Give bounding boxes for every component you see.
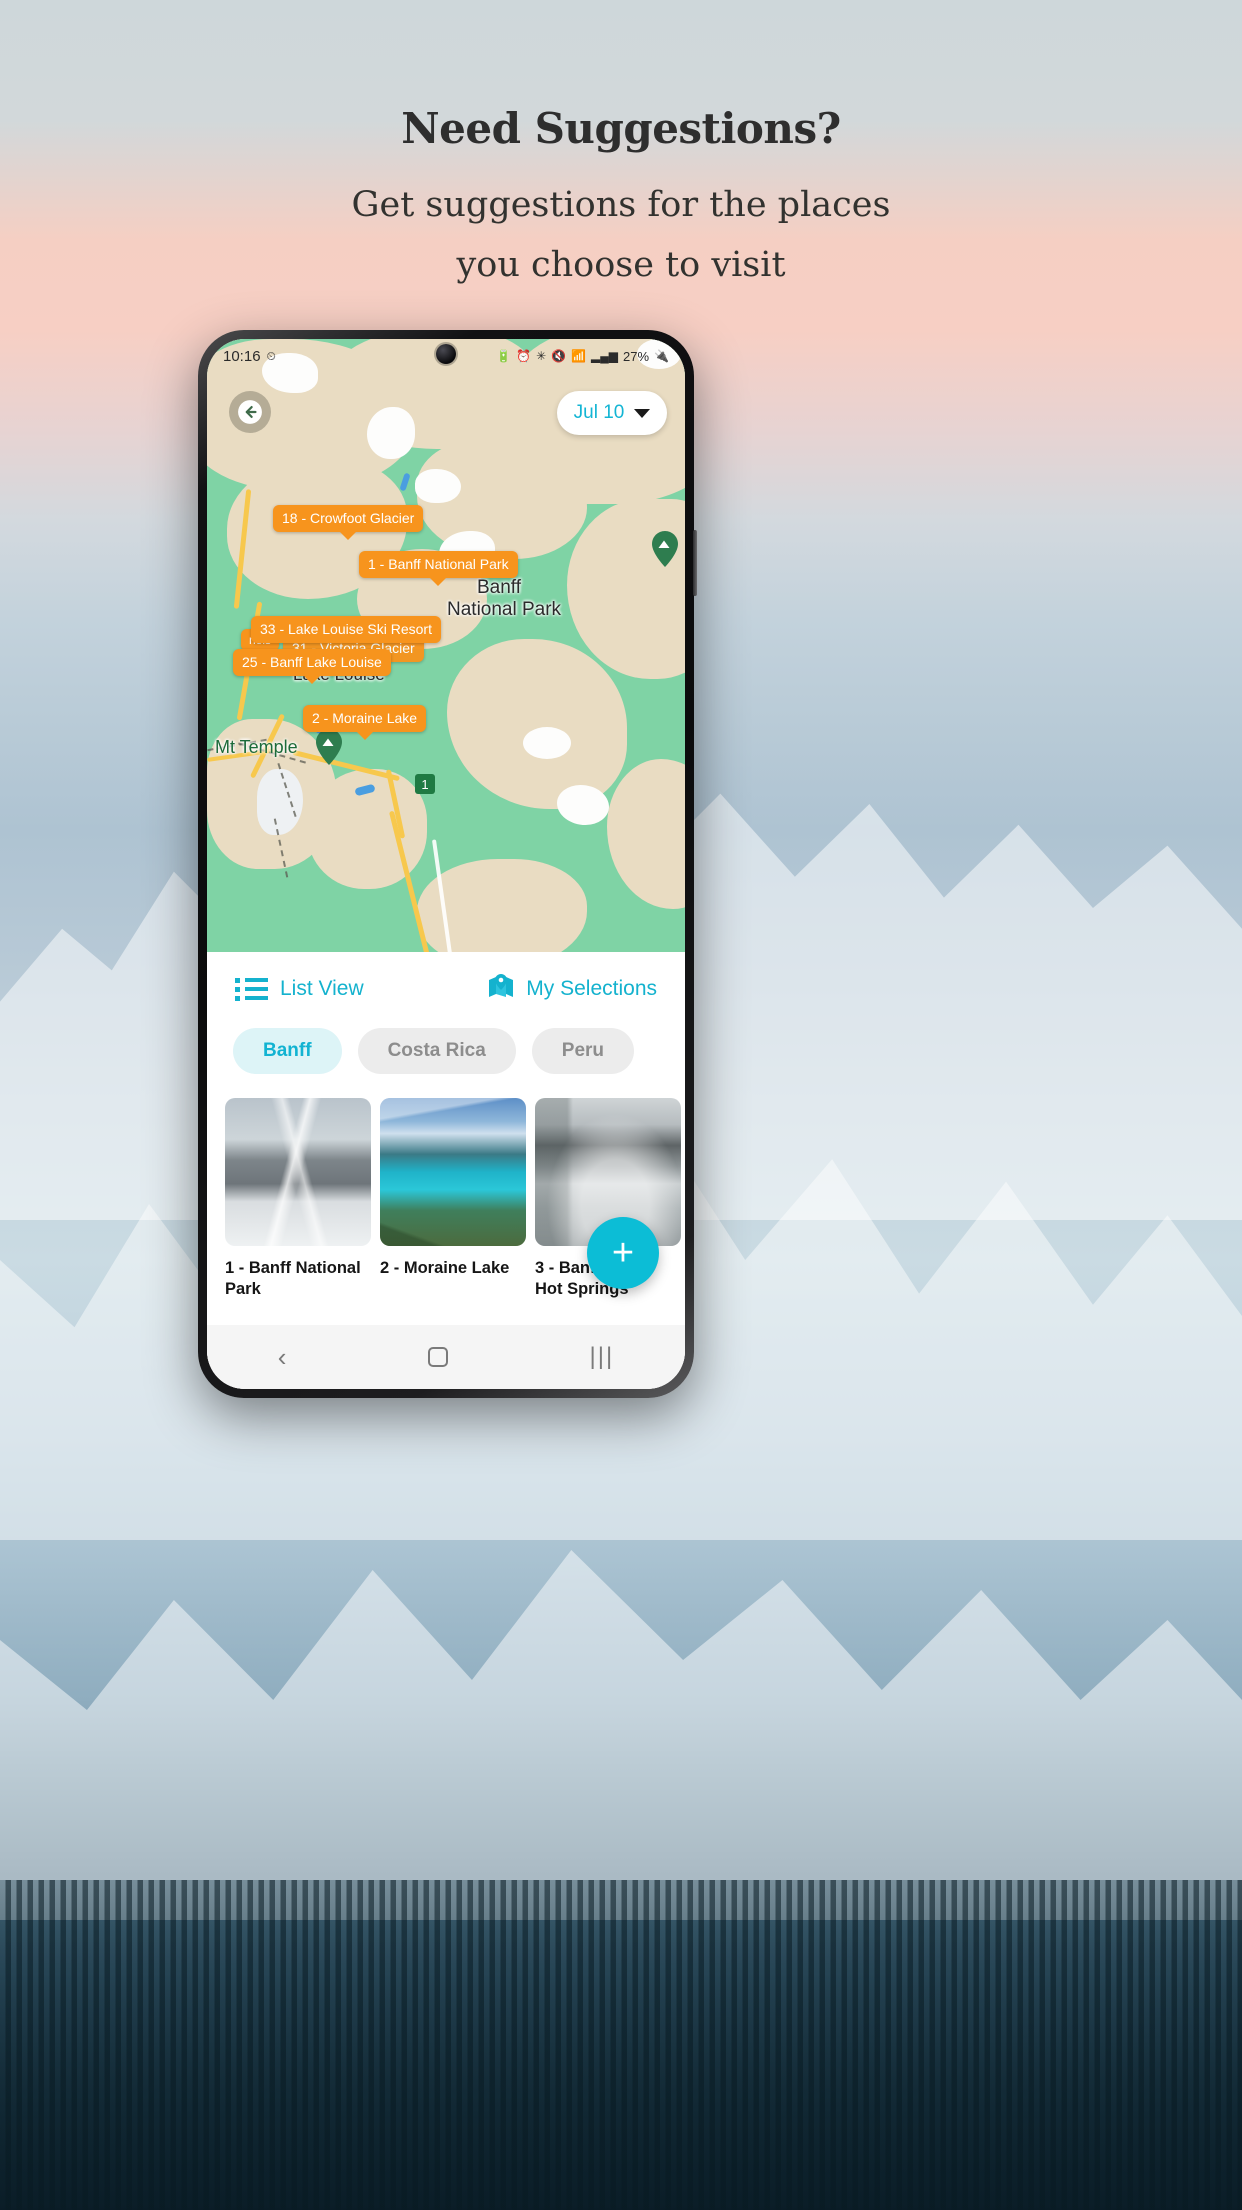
suggestion-card[interactable]: 1 - Banff National Park	[225, 1098, 371, 1299]
tab-list-view[interactable]: List View	[235, 977, 364, 1001]
chevron-down-icon	[634, 408, 651, 418]
suggestion-card[interactable]: 2 - Moraine Lake	[380, 1098, 526, 1299]
promo-headline-block: Need Suggestions? Get suggestions for th…	[0, 104, 1242, 295]
back-arrow-icon	[238, 400, 262, 424]
front-camera-cutout	[436, 344, 456, 364]
chip-banff[interactable]: Banff	[233, 1028, 342, 1074]
map-marker-label[interactable]: 18 - Crowfoot Glacier	[273, 505, 424, 532]
map-marker-label[interactable]: 25 - Banff Lake Louise	[233, 649, 391, 676]
back-button[interactable]	[229, 391, 271, 433]
view-tab-row: List View My Selections	[207, 952, 685, 1010]
mute-icon: 🔇	[551, 349, 567, 363]
bluetooth-icon: ✳	[536, 349, 547, 363]
map-snow-patch	[415, 469, 461, 503]
page-title: Need Suggestions?	[401, 104, 841, 153]
battery-saver-icon: 🔋	[496, 349, 512, 363]
nav-home-icon[interactable]	[427, 1347, 448, 1367]
chip-costa-rica[interactable]: Costa Rica	[357, 1028, 516, 1074]
destination-chip-row: Banff Costa Rica Peru	[207, 1010, 685, 1074]
battery-charging-icon: 🔌	[654, 349, 669, 363]
phone-side-button[interactable]	[693, 530, 697, 596]
map-place-label: National Park	[447, 599, 562, 620]
map-place-label: Banff	[477, 577, 522, 598]
nav-recents-icon[interactable]: |||	[590, 1343, 615, 1371]
page-subtitle: Get suggestions for the places you choos…	[0, 175, 1242, 295]
forest-treeline	[0, 1880, 1242, 2210]
mountain-pin-icon[interactable]	[315, 729, 343, 765]
map-canvas[interactable]: Jul 10 18 - Crowfoot Glacier 1 - Banff N…	[207, 339, 685, 952]
map-pin-icon	[488, 974, 514, 1004]
add-button[interactable]: +	[587, 1217, 659, 1289]
tab-my-selections-label: My Selections	[526, 977, 657, 1000]
alarm-clock-icon: ⏲	[266, 349, 276, 363]
plus-icon: +	[611, 1232, 635, 1274]
park-marker-icon[interactable]: 1	[415, 774, 435, 794]
alarm-icon: ⏰	[516, 349, 532, 363]
page-subtitle-line-1: Get suggestions for the places	[351, 185, 891, 225]
card-thumbnail	[225, 1098, 371, 1246]
tab-list-view-label: List View	[280, 977, 364, 1000]
map-place-label: Mt Temple	[215, 737, 298, 757]
map-marker-label[interactable]: 1 - Banff National Park	[359, 551, 518, 578]
date-picker-chip[interactable]: Jul 10	[557, 391, 667, 435]
map-snow-patch	[367, 407, 415, 459]
status-bar-left: 10:16 ⏲	[223, 348, 276, 365]
tab-my-selections[interactable]: My Selections	[488, 974, 657, 1004]
bottom-sheet: List View My Selections Banff Costa Rica…	[207, 952, 685, 1389]
mountain-pin-icon[interactable]	[651, 531, 679, 567]
map-marker-label[interactable]: 2 - Moraine Lake	[303, 705, 427, 732]
battery-percent: 27%	[623, 348, 650, 364]
map-snow-patch	[523, 727, 571, 759]
nav-back-icon[interactable]: ‹	[278, 1342, 287, 1373]
status-time: 10:16	[223, 347, 261, 365]
signal-icon: ▂▄▆	[591, 349, 619, 363]
phone-mockup: Jul 10 18 - Crowfoot Glacier 1 - Banff N…	[198, 330, 697, 1398]
map-marker-label[interactable]: 33 - Lake Louise Ski Resort	[251, 616, 441, 643]
list-icon	[235, 977, 268, 1001]
wifi-icon: 📶	[571, 349, 587, 363]
date-picker-label: Jul 10	[573, 402, 625, 423]
phone-screen: Jul 10 18 - Crowfoot Glacier 1 - Banff N…	[207, 339, 685, 1389]
card-thumbnail	[380, 1098, 526, 1246]
card-title: 1 - Banff National Park	[225, 1259, 361, 1298]
card-title: 2 - Moraine Lake	[380, 1259, 510, 1277]
android-nav-bar: ‹ |||	[207, 1325, 685, 1389]
page-subtitle-line-2: you choose to visit	[456, 245, 786, 286]
chip-peru[interactable]: Peru	[531, 1028, 635, 1074]
status-bar-right: 🔋 ⏰ ✳ 🔇 📶 ▂▄▆ 27% 🔌	[496, 349, 669, 364]
